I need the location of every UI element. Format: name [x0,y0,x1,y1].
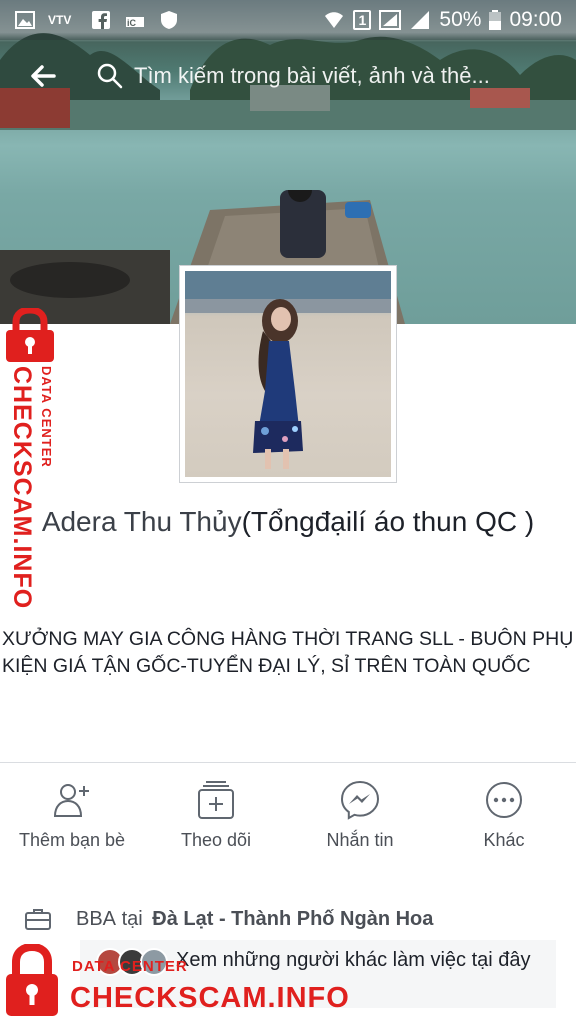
profile-bio: XƯỞNG MAY GIA CÔNG HÀNG THỜI TRANG SLL -… [2,628,574,677]
search-header [0,40,576,112]
divider [0,762,576,763]
watermark-side-sub: DATA CENTER [39,366,54,468]
work-company: BBA [76,907,117,930]
profile-photo-figure [185,271,391,469]
briefcase-icon [25,909,51,930]
follow-button[interactable]: Theo dõi [144,780,288,860]
add-friend-icon [53,784,89,817]
message-button[interactable]: Nhắn tin [288,780,432,860]
lock-icon [6,944,58,1016]
profile-photo-image [185,271,391,477]
watermark-bottom: DATA CENTER CHECKSCAM.INFO [4,944,364,1024]
more-label: Khác [483,830,525,850]
gallery-icon [14,10,36,30]
battery-icon [489,10,502,30]
add-friend-label: Thêm bạn bè [18,830,126,850]
battery-percent: 50% [439,8,482,31]
svg-text:iC: iC [127,18,137,28]
signal-icon [379,10,402,30]
watermark-side: CHECKSCAM.INFO DATA CENTER [4,308,64,609]
work-info[interactable]: BBA tại Đà Lạt - Thành Phố Ngàn Hoa [24,904,564,934]
vtv-icon: VTV [48,10,78,30]
status-left-icons: VTV iC [14,10,180,30]
watermark-side-brand: CHECKSCAM.INFO [8,366,36,610]
watermark-bottom-sub: DATA CENTER [72,958,188,975]
sim-badge: 1 [353,10,372,30]
more-icon [486,782,522,818]
status-bar: VTV iC 1 50% 09:00 [0,0,576,40]
lock-app-icon: iC [124,10,146,30]
facebook-icon [90,10,112,30]
profile-name-main: Adera Thu Thủy [41,506,242,537]
add-friend-button[interactable]: Thêm bạn bè [0,780,144,860]
svg-text:VTV: VTV [48,13,71,27]
work-place[interactable]: Đà Lạt - Thành Phố Ngàn Hoa [152,908,433,931]
cell-signal-icon [409,10,431,30]
watermark-bottom-brand: CHECKSCAM.INFO [70,982,350,1014]
search-input[interactable] [134,56,554,96]
status-right: 1 50% 09:00 [323,8,562,32]
profile-actions: Thêm bạn bè Theo dõi Nhắn tin Khác [0,780,576,860]
follow-icon [198,781,234,819]
back-arrow-icon [31,65,56,87]
profile-name-extra: (Tổngđạilí áo thun QC ) [241,506,535,537]
back-button[interactable] [24,58,64,94]
message-label: Nhắn tin [326,830,394,850]
more-button[interactable]: Khác [432,780,576,860]
profile-name: Adera Thu Thủy(Tổngđạilí áo thun QC ) [20,503,556,541]
messenger-icon [340,780,380,820]
clock: 09:00 [509,8,562,31]
wifi-icon [323,10,345,30]
shield-icon [158,10,180,30]
lock-icon [6,308,54,362]
profile-photo[interactable] [179,265,397,483]
follow-label: Theo dõi [180,830,252,850]
search-icon[interactable] [96,62,124,90]
work-at: tại [121,907,143,930]
